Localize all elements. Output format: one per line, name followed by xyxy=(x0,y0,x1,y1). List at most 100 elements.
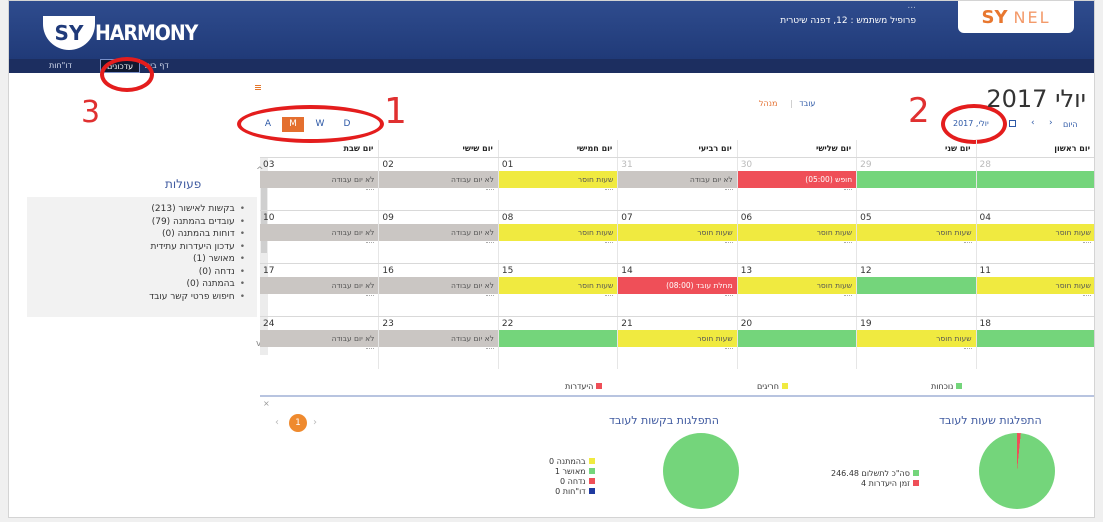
more-icon[interactable] xyxy=(1082,242,1091,245)
calendar-day-cell[interactable]: 03 לא יום עבודה xyxy=(260,158,380,210)
more-icon[interactable] xyxy=(605,242,614,245)
calendar-day-cell[interactable]: 01 שעות חוסר xyxy=(498,158,619,210)
hamburger-menu-icon[interactable] xyxy=(255,85,261,90)
view-button-month[interactable]: M xyxy=(282,117,304,132)
more-icon[interactable] xyxy=(366,295,375,298)
day-event[interactable]: לא יום עבודה xyxy=(379,171,498,188)
calendar-day-cell[interactable]: 28 xyxy=(976,158,1094,210)
day-event[interactable]: חופש (05:00) xyxy=(737,171,857,188)
nav-item-reports[interactable]: דו"חות xyxy=(49,59,72,73)
more-icon[interactable] xyxy=(485,295,494,298)
day-event[interactable]: לא יום עבודה xyxy=(379,224,498,241)
day-event[interactable] xyxy=(857,171,976,188)
day-event[interactable]: שעות חוסר xyxy=(976,277,1094,294)
more-icon[interactable] xyxy=(963,242,972,245)
more-icon[interactable] xyxy=(366,242,375,245)
more-icon[interactable] xyxy=(844,295,853,298)
day-event[interactable]: שעות חוסר xyxy=(618,224,737,241)
day-event[interactable] xyxy=(737,330,857,347)
more-icon[interactable] xyxy=(844,189,853,192)
calendar-day-cell[interactable]: 24 לא יום עבודה xyxy=(260,317,380,369)
more-icon[interactable] xyxy=(724,348,733,351)
calendar-day-cell[interactable]: 02 לא יום עבודה xyxy=(379,158,499,210)
pager-prev-icon[interactable]: ‹ xyxy=(275,417,279,428)
more-icon[interactable] xyxy=(724,295,733,298)
calendar-day-cell[interactable]: 30 חופש (05:00) xyxy=(737,158,858,210)
more-icon[interactable] xyxy=(844,242,853,245)
day-event[interactable]: מחלת עובד (08:00) xyxy=(618,277,737,294)
calendar-day-cell[interactable]: 06 שעות חוסר xyxy=(737,211,858,263)
day-event[interactable]: שעות חוסר xyxy=(618,330,737,347)
calendar-day-cell[interactable]: 05 שעות חוסר xyxy=(857,211,977,263)
action-item-approval-requests[interactable]: בקשות לאישור (213) xyxy=(149,203,245,216)
action-item-contact-search[interactable]: חיפוש פרטי קשר עובד xyxy=(149,291,245,304)
action-item-pending-reports[interactable]: דוחות בהמתנה (0) xyxy=(149,228,245,241)
action-item-approved[interactable]: מאושר (1) xyxy=(149,253,245,266)
more-icon[interactable] xyxy=(605,295,614,298)
day-event[interactable]: שעות חוסר xyxy=(857,224,976,241)
view-button-week[interactable]: W xyxy=(309,117,331,132)
calendar-day-cell[interactable]: 31 לא יום עבודה xyxy=(618,158,738,210)
calendar-day-cell[interactable]: 16 לא יום עבודה xyxy=(379,264,499,316)
calendar-day-cell[interactable]: 20 xyxy=(737,317,858,369)
pager-page-button[interactable]: 1 xyxy=(289,414,307,432)
calendar-day-cell[interactable]: 11 שעות חוסר xyxy=(976,264,1094,316)
day-event[interactable] xyxy=(857,277,976,294)
more-icon[interactable] xyxy=(1082,295,1091,298)
more-icon[interactable] xyxy=(724,242,733,245)
calendar-day-cell[interactable]: 17 לא יום עבודה xyxy=(260,264,380,316)
day-event[interactable]: לא יום עבודה xyxy=(379,277,498,294)
action-item-pending-employees[interactable]: עובדים בהמתנה (79) xyxy=(149,216,245,229)
prev-month-icon[interactable]: ‹ xyxy=(1031,118,1035,128)
day-event[interactable]: שעות חוסר xyxy=(498,277,618,294)
more-icon[interactable] xyxy=(366,348,375,351)
calendar-day-cell[interactable]: 09 לא יום עבודה xyxy=(379,211,499,263)
calendar-day-cell[interactable]: 12 xyxy=(857,264,977,316)
calendar-day-cell[interactable]: 14 מחלת עובד (08:00) xyxy=(618,264,738,316)
calendar-day-cell[interactable]: 13 שעות חוסר xyxy=(737,264,858,316)
today-button[interactable]: היום xyxy=(1063,120,1078,129)
mode-tab-employee[interactable]: עובד xyxy=(799,99,815,108)
month-picker[interactable]: יולי, 2017 xyxy=(953,119,989,128)
more-icon[interactable] xyxy=(605,189,614,192)
calendar-day-cell[interactable]: 07 שעות חוסר xyxy=(618,211,738,263)
day-event[interactable]: לא יום עבודה xyxy=(260,171,379,188)
day-event[interactable]: שעות חוסר xyxy=(498,171,618,188)
more-icon[interactable] xyxy=(485,242,494,245)
more-icon[interactable] xyxy=(724,189,733,192)
mode-tab-manager[interactable]: מנהל xyxy=(759,99,777,108)
calendar-day-cell[interactable]: 08 שעות חוסר xyxy=(498,211,619,263)
view-button-day[interactable]: D xyxy=(336,117,358,132)
more-icon[interactable] xyxy=(963,348,972,351)
more-icon[interactable] xyxy=(485,189,494,192)
action-item-future-absence[interactable]: עדכון היעדרות עתידית xyxy=(149,241,245,254)
day-event[interactable]: שעות חוסר xyxy=(498,224,618,241)
day-event[interactable]: לא יום עבודה xyxy=(260,277,379,294)
day-event[interactable]: לא יום עבודה xyxy=(379,330,498,347)
calendar-icon[interactable] xyxy=(1009,120,1016,127)
action-item-pending[interactable]: בהמתנה (0) xyxy=(149,278,245,291)
next-month-icon[interactable]: › xyxy=(1049,118,1053,128)
view-button-agenda[interactable]: A xyxy=(257,117,279,132)
action-item-rejected[interactable]: נדחה (0) xyxy=(149,266,245,279)
calendar-day-cell[interactable]: 15 שעות חוסר xyxy=(498,264,619,316)
close-icon[interactable]: × xyxy=(263,399,270,408)
calendar-day-cell[interactable]: 22 xyxy=(498,317,619,369)
calendar-day-cell[interactable]: 29 xyxy=(857,158,977,210)
day-event[interactable]: שעות חוסר xyxy=(857,330,976,347)
calendar-day-cell[interactable]: 23 לא יום עבודה xyxy=(379,317,499,369)
more-icon[interactable] xyxy=(366,189,375,192)
calendar-day-cell[interactable]: 04 שעות חוסר xyxy=(976,211,1094,263)
day-event[interactable]: שעות חוסר xyxy=(976,224,1094,241)
day-event[interactable] xyxy=(976,330,1094,347)
day-event[interactable]: לא יום עבודה xyxy=(618,171,737,188)
day-event[interactable] xyxy=(498,330,618,347)
pager-next-icon[interactable]: › xyxy=(313,417,317,428)
day-event[interactable] xyxy=(976,171,1094,188)
calendar-day-cell[interactable]: 21 שעות חוסר xyxy=(618,317,738,369)
more-icon[interactable] xyxy=(485,348,494,351)
day-event[interactable]: לא יום עבודה xyxy=(260,224,379,241)
calendar-day-cell[interactable]: 10 לא יום עבודה xyxy=(260,211,380,263)
day-event[interactable]: שעות חוסר xyxy=(737,224,857,241)
day-event[interactable]: לא יום עבודה xyxy=(260,330,379,347)
